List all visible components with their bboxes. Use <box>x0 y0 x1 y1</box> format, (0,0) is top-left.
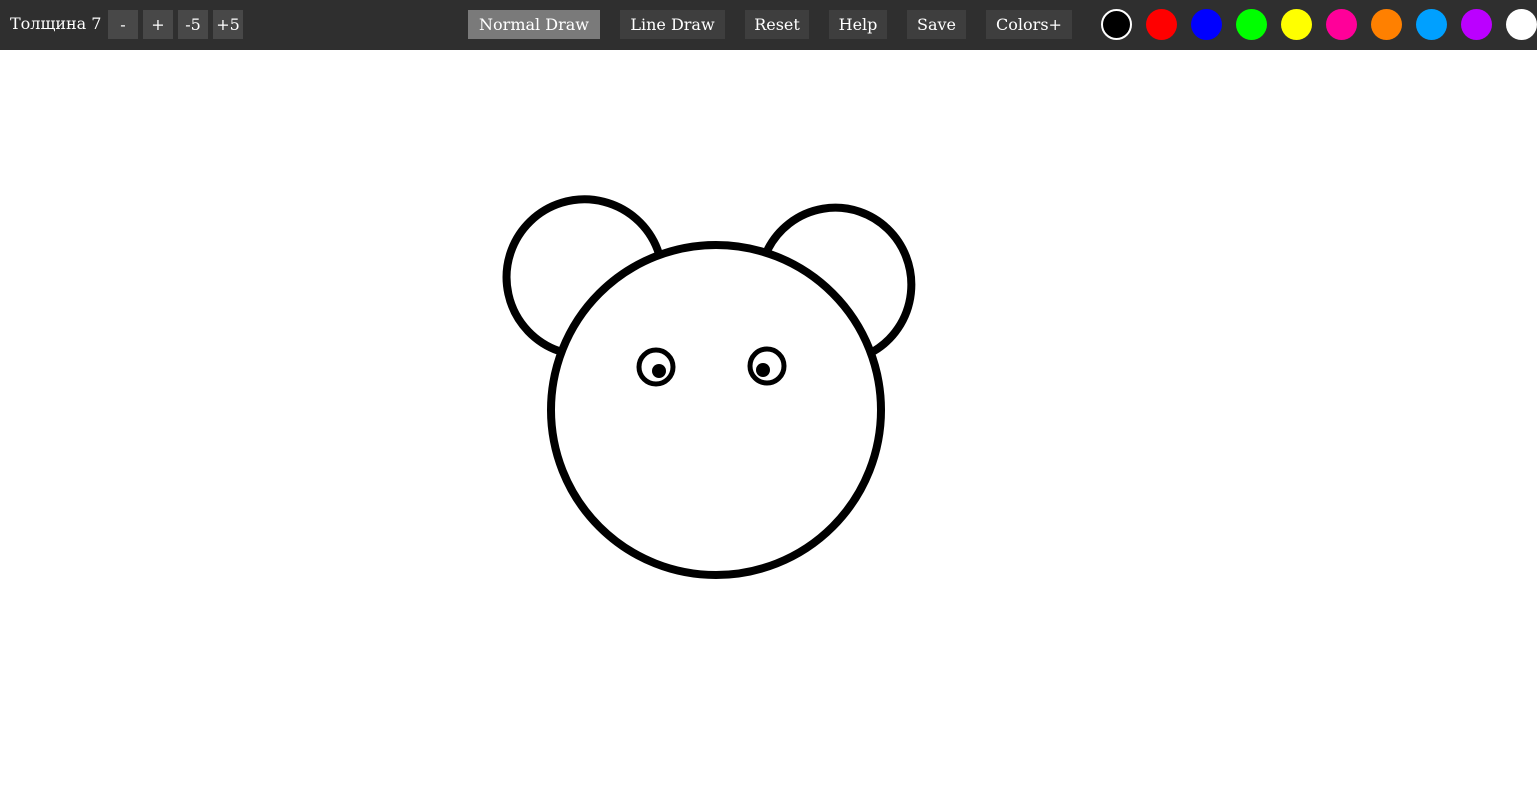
save-button[interactable]: Save <box>907 10 966 39</box>
normal-draw-button[interactable]: Normal Draw <box>468 10 600 39</box>
toolbar: Толщина 7 - + -5 +5 Normal Draw Line Dra… <box>0 0 1537 50</box>
increase-thickness-button[interactable]: + <box>143 10 173 39</box>
color-swatch-black[interactable] <box>1101 9 1132 40</box>
color-swatch-white[interactable] <box>1506 9 1537 40</box>
decrease-thickness-button[interactable]: - <box>108 10 138 39</box>
color-swatch-yellow[interactable] <box>1281 9 1312 40</box>
color-swatch-red[interactable] <box>1146 9 1177 40</box>
help-button[interactable]: Help <box>829 10 887 39</box>
left-ear-stroke <box>502 195 663 355</box>
color-swatch-blue[interactable] <box>1191 9 1222 40</box>
head-stroke <box>547 241 885 579</box>
decrease-thickness-by-5-button[interactable]: -5 <box>178 10 208 39</box>
colors-plus-button[interactable]: Colors+ <box>986 10 1072 39</box>
line-draw-button[interactable]: Line Draw <box>620 10 725 39</box>
left-pupil <box>652 364 666 378</box>
reset-button[interactable]: Reset <box>745 10 809 39</box>
right-pupil <box>756 363 770 377</box>
right-ear-stroke <box>764 203 916 355</box>
bear-face-drawing <box>502 195 916 579</box>
drawing-canvas[interactable] <box>0 50 1537 793</box>
thickness-label: Толщина 7 <box>10 14 102 33</box>
color-swatch-orange[interactable] <box>1371 9 1402 40</box>
color-swatch-pink[interactable] <box>1326 9 1357 40</box>
color-swatch-purple[interactable] <box>1461 9 1492 40</box>
color-swatch-green[interactable] <box>1236 9 1267 40</box>
color-swatch-sky-blue[interactable] <box>1416 9 1447 40</box>
increase-thickness-by-5-button[interactable]: +5 <box>213 10 243 39</box>
